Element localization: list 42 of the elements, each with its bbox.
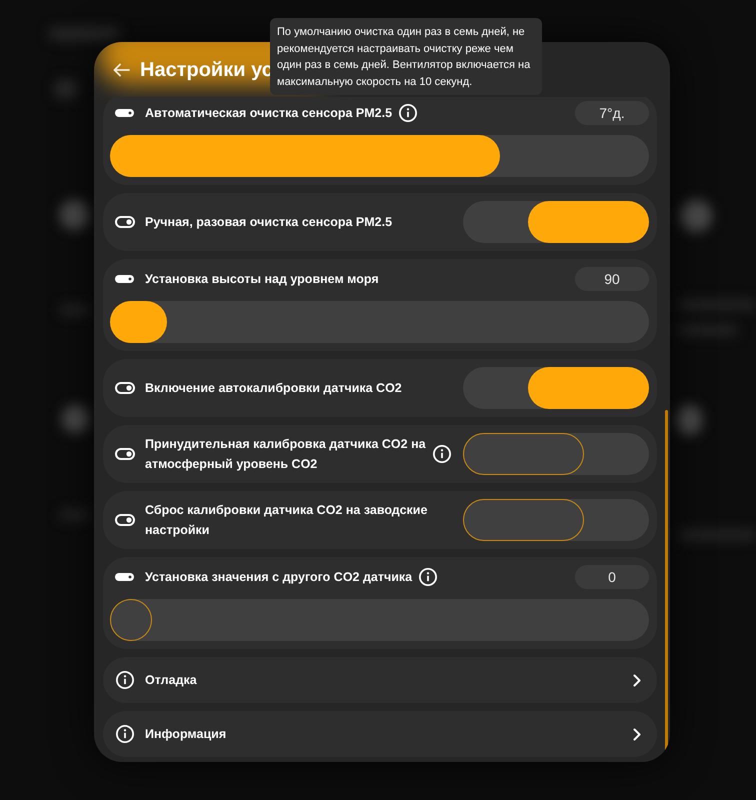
toggle-icon bbox=[115, 448, 135, 460]
switch-track[interactable] bbox=[463, 367, 649, 409]
switch-thumb[interactable] bbox=[528, 367, 649, 409]
slider-track[interactable] bbox=[110, 599, 649, 641]
toggle-icon bbox=[115, 382, 135, 394]
switch-track[interactable] bbox=[463, 201, 649, 243]
menu-item[interactable]: Отладка bbox=[103, 657, 657, 703]
value-field[interactable]: 90 bbox=[575, 267, 649, 291]
setting-label: Сброс калибровки датчика CO2 на заводские настройки bbox=[145, 502, 428, 539]
switch-thumb[interactable] bbox=[463, 499, 584, 541]
slider-track[interactable] bbox=[110, 301, 649, 343]
chevron-right-icon bbox=[633, 728, 641, 740]
info-icon[interactable] bbox=[116, 671, 134, 689]
info-icon[interactable] bbox=[419, 568, 438, 586]
toggle-icon bbox=[115, 216, 135, 228]
info-icon[interactable] bbox=[116, 725, 134, 743]
switch-track[interactable] bbox=[463, 433, 649, 475]
menu-item[interactable]: Информация bbox=[103, 711, 657, 757]
setting-label: Включение автокалибровки датчика CO2 bbox=[145, 380, 402, 397]
info-icon[interactable] bbox=[399, 104, 418, 122]
slider-track[interactable] bbox=[110, 135, 649, 177]
value-field[interactable]: 7°д. bbox=[575, 101, 649, 125]
bar-icon bbox=[115, 109, 134, 117]
bar-icon bbox=[115, 573, 134, 581]
toggle-icon bbox=[115, 514, 135, 526]
switch-thumb[interactable] bbox=[463, 433, 584, 475]
value-field[interactable]: 0 bbox=[575, 565, 649, 589]
setting-label: Автоматическая очистка сенсора PM2.5 bbox=[145, 105, 392, 122]
slider-fill[interactable] bbox=[110, 135, 500, 177]
chevron-right-icon bbox=[633, 674, 641, 686]
setting-label: Ручная, разовая очистка сенсора PM2.5 bbox=[145, 214, 392, 231]
switch-thumb[interactable] bbox=[528, 201, 649, 243]
setting-label: Установка значения с другого CO2 датчика bbox=[145, 569, 412, 586]
tooltip: По умолчанию очистка один раз в семь дней, не рекомендуется настраивать очистку реже чем один раз в семь дней. Вентилятор включается на максимальную скорость на 10 секунд. bbox=[270, 18, 542, 95]
bar-icon bbox=[115, 275, 134, 283]
switch-track[interactable] bbox=[463, 499, 649, 541]
info-icon[interactable] bbox=[433, 445, 451, 463]
slider-thumb[interactable] bbox=[110, 599, 152, 641]
back-arrow-icon[interactable] bbox=[113, 62, 130, 76]
setting-label: Принудительная калибровка датчика CO2 на атмосферный уровень CO2 bbox=[145, 436, 427, 473]
setting-label: Установка высоты над уровнем моря bbox=[145, 271, 379, 288]
slider-fill[interactable] bbox=[110, 301, 167, 343]
